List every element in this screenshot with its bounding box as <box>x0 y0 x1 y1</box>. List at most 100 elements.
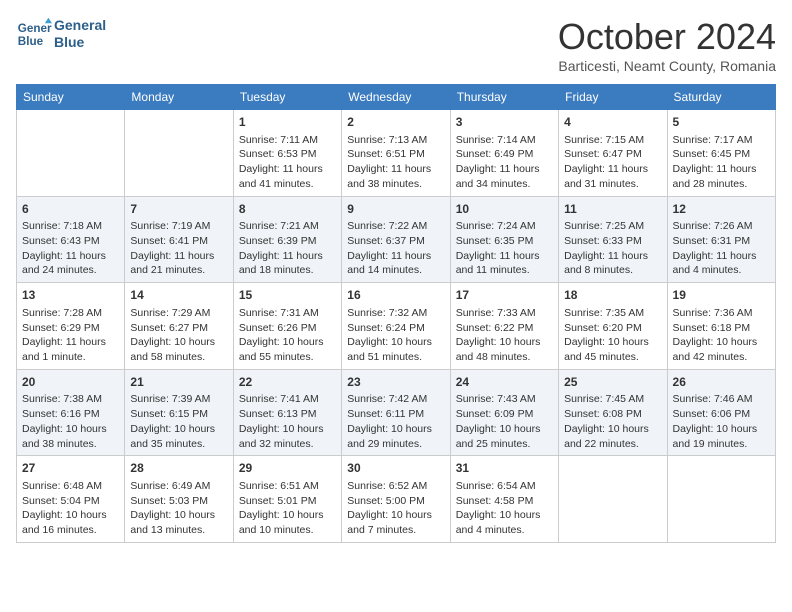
cell-text: Sunset: 6:49 PM <box>456 147 553 162</box>
calendar-cell: 12Sunrise: 7:26 AMSunset: 6:31 PMDayligh… <box>667 196 775 283</box>
cell-text: Sunset: 5:00 PM <box>347 494 444 509</box>
day-number: 27 <box>22 460 119 477</box>
cell-text: Sunset: 6:06 PM <box>673 407 770 422</box>
day-number: 2 <box>347 114 444 131</box>
day-number: 21 <box>130 374 227 391</box>
cell-text: Sunset: 6:18 PM <box>673 321 770 336</box>
day-number: 28 <box>130 460 227 477</box>
day-number: 7 <box>130 201 227 218</box>
cell-text: Daylight: 10 hours and 48 minutes. <box>456 335 553 364</box>
cell-text: Daylight: 10 hours and 13 minutes. <box>130 508 227 537</box>
cell-text: Daylight: 10 hours and 19 minutes. <box>673 422 770 451</box>
page-header: General Blue General Blue October 2024 B… <box>16 16 776 74</box>
cell-text: Sunset: 6:08 PM <box>564 407 661 422</box>
cell-text: Daylight: 11 hours and 18 minutes. <box>239 249 336 278</box>
day-number: 29 <box>239 460 336 477</box>
calendar-cell: 15Sunrise: 7:31 AMSunset: 6:26 PMDayligh… <box>233 283 341 370</box>
logo-line1: General <box>54 17 106 34</box>
cell-text: Sunset: 6:53 PM <box>239 147 336 162</box>
svg-text:General: General <box>18 22 52 35</box>
cell-text: Sunrise: 7:42 AM <box>347 392 444 407</box>
calendar-cell: 13Sunrise: 7:28 AMSunset: 6:29 PMDayligh… <box>17 283 125 370</box>
calendar-cell: 8Sunrise: 7:21 AMSunset: 6:39 PMDaylight… <box>233 196 341 283</box>
day-number: 30 <box>347 460 444 477</box>
cell-text: Sunset: 6:20 PM <box>564 321 661 336</box>
calendar-cell: 18Sunrise: 7:35 AMSunset: 6:20 PMDayligh… <box>559 283 667 370</box>
day-number: 22 <box>239 374 336 391</box>
calendar-cell <box>667 456 775 543</box>
day-number: 17 <box>456 287 553 304</box>
cell-text: Sunset: 5:01 PM <box>239 494 336 509</box>
weekday-header-row: SundayMondayTuesdayWednesdayThursdayFrid… <box>17 85 776 110</box>
cell-text: Sunrise: 7:36 AM <box>673 306 770 321</box>
day-number: 19 <box>673 287 770 304</box>
cell-text: Sunset: 6:47 PM <box>564 147 661 162</box>
cell-text: Daylight: 11 hours and 1 minute. <box>22 335 119 364</box>
weekday-header: Sunday <box>17 85 125 110</box>
cell-text: Daylight: 10 hours and 38 minutes. <box>22 422 119 451</box>
calendar-cell: 5Sunrise: 7:17 AMSunset: 6:45 PMDaylight… <box>667 110 775 197</box>
svg-text:Blue: Blue <box>18 35 44 48</box>
cell-text: Sunset: 6:24 PM <box>347 321 444 336</box>
cell-text: Daylight: 10 hours and 32 minutes. <box>239 422 336 451</box>
day-number: 12 <box>673 201 770 218</box>
day-number: 5 <box>673 114 770 131</box>
day-number: 24 <box>456 374 553 391</box>
cell-text: Sunrise: 7:17 AM <box>673 133 770 148</box>
calendar-cell: 11Sunrise: 7:25 AMSunset: 6:33 PMDayligh… <box>559 196 667 283</box>
cell-text: Daylight: 11 hours and 4 minutes. <box>673 249 770 278</box>
day-number: 13 <box>22 287 119 304</box>
day-number: 10 <box>456 201 553 218</box>
cell-text: Sunrise: 7:35 AM <box>564 306 661 321</box>
cell-text: Sunset: 6:35 PM <box>456 234 553 249</box>
day-number: 3 <box>456 114 553 131</box>
day-number: 20 <box>22 374 119 391</box>
cell-text: Daylight: 10 hours and 45 minutes. <box>564 335 661 364</box>
weekday-header: Saturday <box>667 85 775 110</box>
weekday-header: Wednesday <box>342 85 450 110</box>
cell-text: Daylight: 11 hours and 21 minutes. <box>130 249 227 278</box>
calendar-cell: 24Sunrise: 7:43 AMSunset: 6:09 PMDayligh… <box>450 369 558 456</box>
calendar-cell: 6Sunrise: 7:18 AMSunset: 6:43 PMDaylight… <box>17 196 125 283</box>
day-number: 4 <box>564 114 661 131</box>
calendar-cell: 23Sunrise: 7:42 AMSunset: 6:11 PMDayligh… <box>342 369 450 456</box>
cell-text: Sunset: 5:04 PM <box>22 494 119 509</box>
calendar-cell <box>17 110 125 197</box>
cell-text: Sunset: 6:41 PM <box>130 234 227 249</box>
cell-text: Sunset: 6:33 PM <box>564 234 661 249</box>
cell-text: Sunset: 6:09 PM <box>456 407 553 422</box>
calendar-cell: 21Sunrise: 7:39 AMSunset: 6:15 PMDayligh… <box>125 369 233 456</box>
calendar-cell: 10Sunrise: 7:24 AMSunset: 6:35 PMDayligh… <box>450 196 558 283</box>
cell-text: Daylight: 10 hours and 10 minutes. <box>239 508 336 537</box>
cell-text: Sunset: 6:43 PM <box>22 234 119 249</box>
calendar-cell: 28Sunrise: 6:49 AMSunset: 5:03 PMDayligh… <box>125 456 233 543</box>
calendar-cell: 31Sunrise: 6:54 AMSunset: 4:58 PMDayligh… <box>450 456 558 543</box>
day-number: 16 <box>347 287 444 304</box>
cell-text: Sunrise: 7:41 AM <box>239 392 336 407</box>
calendar-cell: 17Sunrise: 7:33 AMSunset: 6:22 PMDayligh… <box>450 283 558 370</box>
calendar-week-row: 27Sunrise: 6:48 AMSunset: 5:04 PMDayligh… <box>17 456 776 543</box>
calendar-week-row: 20Sunrise: 7:38 AMSunset: 6:16 PMDayligh… <box>17 369 776 456</box>
cell-text: Sunset: 4:58 PM <box>456 494 553 509</box>
logo-icon: General Blue <box>16 16 52 52</box>
cell-text: Sunrise: 6:48 AM <box>22 479 119 494</box>
cell-text: Sunrise: 6:54 AM <box>456 479 553 494</box>
cell-text: Daylight: 10 hours and 25 minutes. <box>456 422 553 451</box>
cell-text: Daylight: 10 hours and 16 minutes. <box>22 508 119 537</box>
day-number: 14 <box>130 287 227 304</box>
calendar-cell: 26Sunrise: 7:46 AMSunset: 6:06 PMDayligh… <box>667 369 775 456</box>
cell-text: Sunset: 6:31 PM <box>673 234 770 249</box>
weekday-header: Monday <box>125 85 233 110</box>
cell-text: Daylight: 10 hours and 42 minutes. <box>673 335 770 364</box>
cell-text: Daylight: 11 hours and 28 minutes. <box>673 162 770 191</box>
cell-text: Sunset: 6:26 PM <box>239 321 336 336</box>
cell-text: Sunset: 6:37 PM <box>347 234 444 249</box>
calendar-cell: 14Sunrise: 7:29 AMSunset: 6:27 PMDayligh… <box>125 283 233 370</box>
cell-text: Sunset: 5:03 PM <box>130 494 227 509</box>
cell-text: Sunset: 6:29 PM <box>22 321 119 336</box>
logo-text: General Blue <box>54 17 106 51</box>
logo-line2: Blue <box>54 34 106 51</box>
cell-text: Sunrise: 7:26 AM <box>673 219 770 234</box>
day-number: 15 <box>239 287 336 304</box>
cell-text: Daylight: 10 hours and 22 minutes. <box>564 422 661 451</box>
